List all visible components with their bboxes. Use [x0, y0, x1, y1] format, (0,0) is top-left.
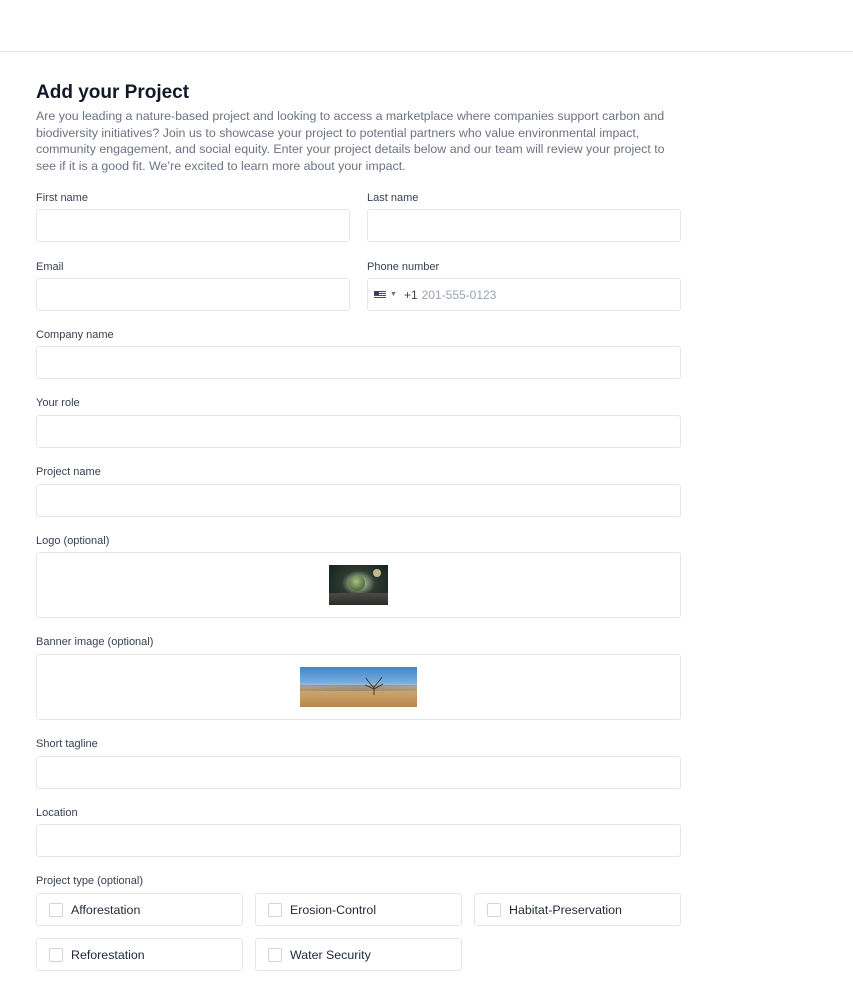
first-name-label: First name [36, 192, 88, 204]
top-header-bar [0, 0, 853, 52]
logo-upload[interactable] [36, 552, 681, 618]
intro-text: Are you leading a nature-based project a… [36, 109, 665, 173]
project-name-input[interactable] [36, 484, 681, 517]
dial-code: +1 [403, 287, 418, 302]
project-type-option[interactable]: Reforestation [36, 938, 243, 971]
location-label: Location [36, 807, 78, 819]
logo-preview-image [329, 565, 388, 605]
project-type-option[interactable]: Erosion-Control [255, 893, 462, 926]
phone-input[interactable] [421, 287, 662, 302]
role-label: Your role [36, 397, 80, 409]
phone-label: Phone number [367, 261, 440, 273]
chevron-down-icon[interactable]: ▼ [390, 291, 397, 298]
option-label: Afforestation [71, 902, 141, 917]
project-type-option[interactable]: Afforestation [36, 893, 243, 926]
project-type-option[interactable]: Water Security [255, 938, 462, 971]
option-label: Habitat-Preservation [509, 902, 622, 917]
logo-label: Logo (optional) [36, 535, 110, 547]
company-name-label: Company name [36, 329, 114, 341]
location-input[interactable] [36, 824, 681, 857]
role-input[interactable] [36, 415, 681, 448]
first-name-input[interactable] [36, 209, 350, 242]
add-project-form: Add your Project Are you leading a natur… [36, 82, 681, 982]
last-name-label: Last name [367, 192, 419, 204]
page-title: Add your Project [36, 82, 190, 103]
tagline-label: Short tagline [36, 738, 98, 750]
banner-preview-image [300, 667, 417, 707]
option-label: Water Security [290, 947, 371, 962]
checkbox[interactable] [49, 902, 63, 917]
checkbox[interactable] [268, 947, 282, 962]
company-name-input[interactable] [36, 346, 681, 379]
option-label: Reforestation [71, 947, 145, 962]
checkbox[interactable] [487, 902, 501, 917]
project-name-label: Project name [36, 466, 101, 478]
last-name-input[interactable] [367, 209, 681, 242]
email-input[interactable] [36, 278, 350, 311]
project-type-label: Project type (optional) [36, 875, 143, 887]
option-label: Erosion-Control [290, 902, 377, 917]
project-type-option[interactable]: Habitat-Preservation [474, 893, 681, 926]
banner-upload[interactable] [36, 654, 681, 720]
phone-field: ▼ +1 [367, 278, 681, 311]
checkbox[interactable] [49, 947, 63, 962]
email-label: Email [36, 261, 64, 273]
checkbox[interactable] [268, 902, 282, 917]
banner-label: Banner image (optional) [36, 636, 154, 648]
tagline-input[interactable] [36, 756, 681, 789]
us-flag-icon[interactable] [374, 290, 386, 299]
